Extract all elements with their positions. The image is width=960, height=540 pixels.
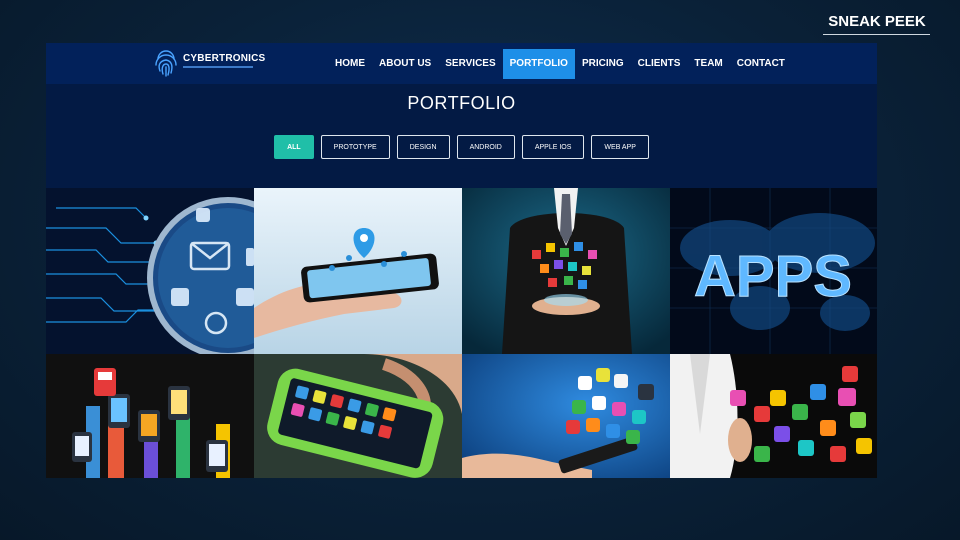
businessman-apps-image [462, 188, 670, 354]
nav-item-team[interactable]: TEAM [687, 49, 729, 79]
portfolio-title: PORTFOLIO [407, 93, 516, 113]
portfolio-filters: ALL PROTOTYPE DESIGN ANDROID APPLE IOS WEB AP… [46, 135, 877, 159]
green-smartphone-image [254, 354, 462, 478]
circuit-magnifier-image [46, 188, 254, 354]
sneak-peek-label: SNEAK PEEK [828, 13, 926, 30]
portfolio-tile-hand-smartphone-location[interactable] [254, 188, 462, 354]
filter-prototype-button[interactable]: PROTOTYPE [320, 135, 390, 159]
filter-all-button[interactable]: ALL [274, 135, 314, 159]
website-preview: CYBERTRONICS HOME ABOUT US SERVICES PORTFOL… [46, 43, 877, 478]
apps-world-map-image: APPS [670, 188, 877, 354]
hand-icons-image [670, 354, 877, 478]
nav-item-contact[interactable]: CONTACT [730, 49, 792, 79]
apps-headline: APPS [694, 244, 852, 309]
filter-design-button[interactable]: DESIGN [396, 135, 450, 159]
brand-tagline-line [183, 66, 253, 68]
nav-item-portfolio[interactable]: PORTFOLIO [502, 49, 575, 79]
hands-phones-image [46, 354, 254, 478]
nav-menu: HOME ABOUT US SERVICES PORTFOLIO PRICING CLIE… [328, 49, 792, 79]
portfolio-tile-circuit-magnifier[interactable] [46, 188, 254, 354]
nav-item-home[interactable]: HOME [328, 49, 372, 79]
brand-name: CYBERTRONICS [183, 53, 266, 64]
nav-item-clients[interactable]: CLIENTS [631, 49, 688, 79]
portfolio-grid: APPS [46, 188, 877, 478]
portfolio-tile-tablet-app-icons[interactable] [462, 354, 670, 478]
hand-smartphone-image [254, 188, 462, 354]
portfolio-tile-businessman-app-icons[interactable] [462, 188, 670, 354]
tablet-apps-image [462, 354, 670, 478]
portfolio-tile-hands-holding-phones[interactable] [46, 354, 254, 478]
portfolio-tile-apps-world-map[interactable]: APPS [670, 188, 877, 354]
portfolio-header: PORTFOLIO ALL PROTOTYPE DESIGN ANDROID APPLE… [46, 84, 877, 188]
fingerprint-icon [155, 50, 177, 77]
nav-item-pricing[interactable]: PRICING [575, 49, 631, 79]
sneak-peek-underline [823, 34, 930, 35]
nav-item-about-us[interactable]: ABOUT US [372, 49, 438, 79]
filter-apple-ios-button[interactable]: APPLE IOS [521, 135, 585, 159]
top-navbar: CYBERTRONICS HOME ABOUT US SERVICES PORTFOL… [46, 43, 877, 84]
brand-logo[interactable]: CYBERTRONICS [154, 49, 266, 79]
portfolio-tile-hand-colorful-icons[interactable] [670, 354, 877, 478]
filter-web-app-button[interactable]: WEB APP [591, 135, 649, 159]
filter-android-button[interactable]: ANDROID [456, 135, 515, 159]
nav-item-services[interactable]: SERVICES [438, 49, 502, 79]
portfolio-tile-green-smartphone[interactable] [254, 354, 462, 478]
